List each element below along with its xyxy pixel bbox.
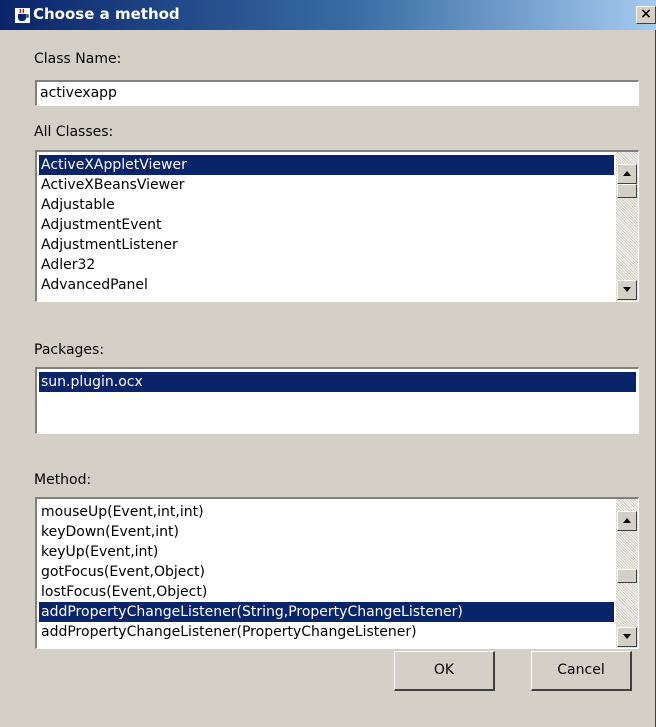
scroll-thumb[interactable] — [617, 569, 637, 583]
arrow-down-icon — [623, 287, 631, 292]
arrow-up-icon — [623, 518, 631, 523]
method-list[interactable]: mouseUp(Event,int,int) keyDown(Event,int)… — [35, 497, 639, 649]
scroll-up-button[interactable] — [617, 511, 637, 531]
packages-items: sun.plugin.ocx — [39, 372, 636, 392]
method-list-item[interactable]: gotFocus(Event,Object) — [39, 562, 614, 582]
class-list-item[interactable]: AdjustmentEvent — [39, 215, 614, 235]
packages-label: Packages: — [34, 342, 105, 358]
all-classes-label: All Classes: — [34, 124, 114, 140]
choose-method-dialog: Choose a method × Class Name: activexapp… — [0, 0, 656, 727]
cancel-button[interactable]: Cancel — [531, 651, 632, 691]
class-list-item[interactable]: Adler32 — [39, 255, 614, 275]
scroll-down-button[interactable] — [617, 280, 637, 300]
class-list-item[interactable]: AdvancedPanel — [39, 275, 614, 295]
method-label: Method: — [34, 472, 92, 488]
method-list-item[interactable]: lostFocus(Event,Object) — [39, 582, 614, 602]
scroll-up-button[interactable] — [617, 164, 637, 184]
ok-button[interactable]: OK — [394, 651, 495, 691]
method-list-item[interactable]: mouseUp(Event,int,int) — [39, 502, 614, 522]
window-title: Choose a method — [33, 5, 180, 23]
all-classes-scrollbar[interactable] — [616, 152, 638, 301]
method-list-item[interactable]: keyUp(Event,int) — [39, 542, 614, 562]
all-classes-list[interactable]: ActiveXAppletViewer ActiveXBeansViewer Adj… — [35, 150, 639, 302]
scroll-down-button[interactable] — [617, 627, 637, 647]
all-classes-items: ActiveXAppletViewer ActiveXBeansViewer Adj… — [39, 155, 614, 295]
package-list-item[interactable]: sun.plugin.ocx — [39, 372, 636, 392]
title-bar[interactable]: Choose a method × — [0, 0, 656, 30]
scroll-thumb[interactable] — [617, 184, 637, 198]
method-list-item[interactable]: addPropertyChangeListener(PropertyChange… — [39, 622, 614, 642]
class-name-label: Class Name: — [34, 51, 122, 67]
class-name-input[interactable]: activexapp — [35, 80, 639, 106]
class-list-item[interactable]: ActiveXBeansViewer — [39, 175, 614, 195]
method-items: mouseUp(Event,int,int) keyDown(Event,int)… — [39, 502, 614, 642]
class-list-item[interactable]: Adjustable — [39, 195, 614, 215]
packages-list[interactable]: sun.plugin.ocx — [35, 367, 639, 434]
method-list-item[interactable]: keyDown(Event,int) — [39, 522, 614, 542]
close-button[interactable]: × — [636, 6, 656, 24]
arrow-up-icon — [623, 171, 631, 176]
class-list-item[interactable]: ActiveXAppletViewer — [39, 155, 614, 175]
arrow-down-icon — [623, 634, 631, 639]
class-list-item[interactable]: AdjustmentListener — [39, 235, 614, 255]
java-cup-icon — [15, 8, 30, 23]
method-list-item[interactable]: addPropertyChangeListener(String,Propert… — [39, 602, 614, 622]
method-scrollbar[interactable] — [616, 499, 638, 648]
